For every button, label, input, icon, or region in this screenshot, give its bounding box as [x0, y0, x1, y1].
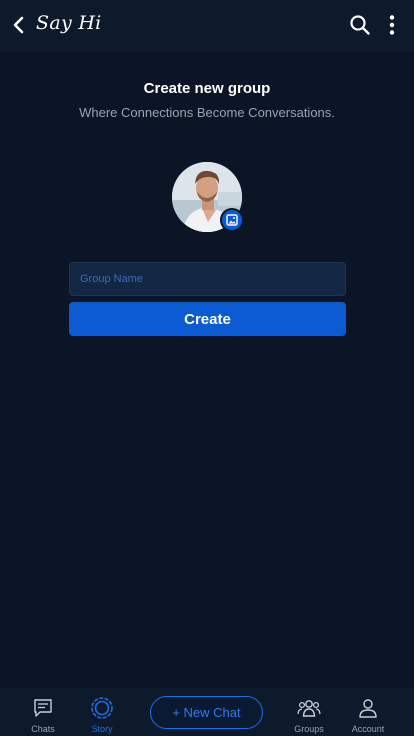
chevron-left-icon [13, 16, 24, 34]
search-icon [350, 15, 370, 35]
nav-item-chats[interactable]: Chats [15, 696, 71, 736]
more-options-button[interactable] [384, 14, 400, 36]
more-vertical-icon [389, 15, 395, 35]
group-name-input[interactable] [69, 262, 346, 296]
create-button[interactable]: Create [69, 302, 346, 336]
image-icon [226, 214, 238, 226]
change-photo-button[interactable] [220, 208, 244, 232]
group-avatar[interactable] [172, 162, 244, 234]
nav-label-account: Account [351, 724, 385, 734]
page-subtitle: Where Connections Become Conversations. [79, 105, 335, 120]
new-chat-button[interactable]: + New Chat [150, 696, 263, 729]
nav-item-account[interactable]: Account [340, 696, 396, 736]
chat-icon [34, 699, 52, 717]
back-button[interactable] [10, 14, 28, 36]
groups-icon [297, 700, 321, 717]
page-title: Create new group [143, 80, 271, 97]
nav-item-groups[interactable]: Groups [281, 696, 337, 736]
nav-label-groups: Groups [294, 724, 324, 734]
search-button[interactable] [349, 14, 371, 36]
story-icon [91, 697, 113, 719]
app-title: Say Hi [36, 12, 102, 34]
bottom-nav: Chats Story + New Chat Groups Account [0, 688, 414, 736]
nav-label-chats: Chats [31, 724, 55, 734]
nav-item-story[interactable]: Story [74, 696, 130, 736]
nav-label-story: Story [91, 724, 113, 734]
top-bar: Say Hi [0, 0, 414, 52]
account-icon [359, 699, 377, 718]
